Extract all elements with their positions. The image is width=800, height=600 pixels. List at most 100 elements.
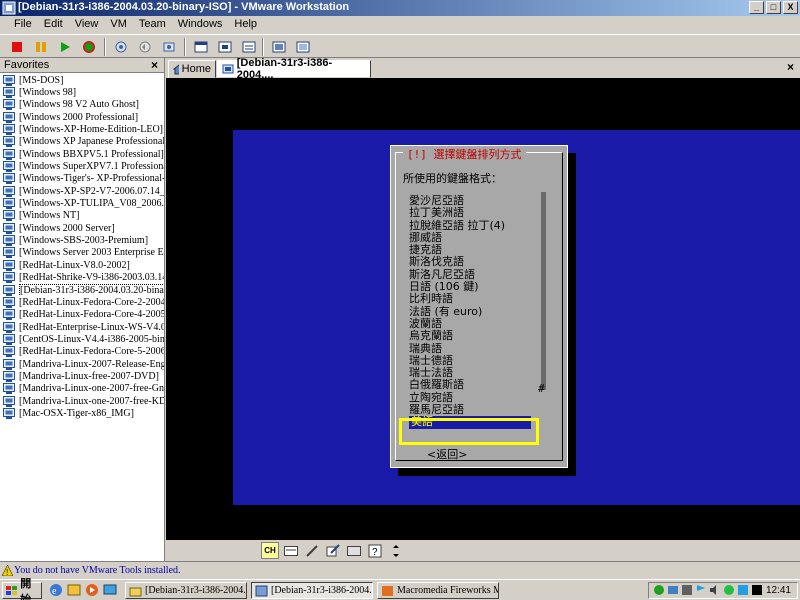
console-view-icon[interactable] <box>270 38 288 56</box>
desktop-icon[interactable] <box>102 582 118 598</box>
menu-edit[interactable]: Edit <box>38 16 69 34</box>
snapshot-manager-icon[interactable] <box>160 38 178 56</box>
taskbar-item-fireworks[interactable]: Macromedia Fireworks M... <box>377 582 499 599</box>
reset-icon[interactable] <box>80 38 98 56</box>
suspend-icon[interactable] <box>32 38 50 56</box>
favorites-item[interactable]: [RedHat-Linux-Fedora-Core-5-2006-i <box>0 346 164 358</box>
favorites-item[interactable]: [Windows 2000 Professional] <box>0 111 164 123</box>
keyboard-option[interactable]: 瑞典語 <box>409 342 539 355</box>
flag-icon[interactable] <box>695 584 707 596</box>
menu-file[interactable]: File <box>8 16 38 34</box>
outlook-icon[interactable] <box>66 582 82 598</box>
help-icon[interactable]: ? <box>366 542 384 559</box>
favorites-item[interactable]: [Windows-XP-SP2-V7-2006.07.14_IS <box>0 185 164 197</box>
favorites-item[interactable]: [Mandriva-Linux-2007-Release-Eng-C <box>0 358 164 370</box>
favorites-item[interactable]: [RedHat-Linux-V8.0-2002] <box>0 259 164 271</box>
favorites-item[interactable]: [Mandriva-Linux-one-2007-free-Gnor <box>0 383 164 395</box>
svg-text:?: ? <box>372 547 378 558</box>
power-off-icon[interactable] <box>8 38 26 56</box>
favorites-item[interactable]: [Windows-XP-Home-Edition-LEO] <box>0 123 164 136</box>
favorites-item[interactable]: [Mac-OSX-Tiger-x86_IMG] <box>0 407 164 419</box>
close-icon[interactable]: × <box>787 60 794 74</box>
keyboard-option[interactable]: 斯洛伐克語 <box>409 256 539 269</box>
menu-help[interactable]: Help <box>228 16 263 34</box>
minimize-button[interactable]: _ <box>749 1 764 14</box>
close-button[interactable]: X <box>783 1 798 14</box>
menu-edit-label: Edit <box>43 18 63 30</box>
window-titlebar[interactable]: [Debian-31r3-i386-2004.03.20-binary-ISO]… <box>0 0 800 16</box>
tab-home[interactable]: Home <box>168 60 216 78</box>
internet-explorer-icon[interactable]: e <box>48 582 64 598</box>
snapshot-take-icon[interactable] <box>112 38 130 56</box>
quick-launch: e <box>48 582 118 598</box>
scroll-position-mark: # <box>538 382 545 395</box>
ime-tray-icon[interactable] <box>751 584 763 596</box>
vm-icon <box>3 358 15 370</box>
favorites-item[interactable]: [RedHat-Shrike-V9-i386-2003.03.14-c <box>0 272 164 284</box>
tray-app-icon[interactable] <box>681 584 693 596</box>
antivirus-icon[interactable] <box>723 584 735 596</box>
start-button[interactable]: 開始 <box>2 578 42 600</box>
console-alt-icon[interactable] <box>294 38 312 56</box>
list-scrollbar[interactable] <box>541 192 546 390</box>
favorites-item[interactable]: [Mandriva-Linux-free-2007-DVD] <box>0 370 164 382</box>
favorites-item[interactable]: [Windows Server 2003 Enterprise Edit <box>0 247 164 259</box>
favorites-item[interactable]: [MS-DOS] <box>0 74 164 86</box>
favorites-item[interactable]: [RedHat-Linux-Fedora-Core-2-2004] <box>0 296 164 308</box>
vm-icon <box>3 272 15 284</box>
menu-team[interactable]: Team <box>133 16 172 34</box>
favorites-item[interactable]: [Windows 2000 Server] <box>0 222 164 234</box>
edit-icon[interactable] <box>324 542 342 559</box>
favorites-item[interactable]: [Windows BBXPV5.1 Professional] <box>0 148 164 160</box>
soft-keyboard-icon[interactable] <box>345 542 363 559</box>
favorites-item[interactable]: [RedHat-Enterprise-Linux-WS-V4.0-2 <box>0 321 164 333</box>
favorites-item[interactable]: [Mandriva-Linux-one-2007-free-KDE <box>0 395 164 407</box>
full-screen-icon[interactable] <box>216 38 234 56</box>
snapshot-revert-icon[interactable] <box>136 38 154 56</box>
favorites-item[interactable]: [Windows-SBS-2003-Premium] <box>0 234 164 247</box>
volume-icon[interactable] <box>709 584 721 596</box>
back-button[interactable]: <返回> <box>427 446 467 462</box>
media-player-icon[interactable] <box>84 582 100 598</box>
taskbar-item-folder[interactable]: [Debian-31r3-i386-2004.... <box>125 582 247 599</box>
favorites-item[interactable]: [CentOS-Linux-V4.4-i386-2005-bin1- <box>0 333 164 345</box>
ime-button[interactable]: CH <box>261 542 279 559</box>
favorites-item[interactable]: [Windows SuperXPV7.1 Professional] <box>0 160 164 173</box>
keyboard-option[interactable]: 白俄羅斯語 <box>409 379 539 392</box>
quick-switch-icon[interactable] <box>192 38 210 56</box>
chevron-icon[interactable] <box>387 542 405 559</box>
vm-console[interactable]: [!] 選擇鍵盤排列方式 所使用的鍵盤格式： 愛沙尼亞語 拉丁美洲語 拉脫維亞語 拉… <box>166 78 800 540</box>
favorites-item-label: [Windows XP Japanese Professional] <box>19 136 164 148</box>
keyboard-icon[interactable] <box>282 542 300 559</box>
favorites-item[interactable]: [Windows-XP-TULIPA_V08_2006.08 <box>0 197 164 210</box>
favorites-item-label: [RedHat-Linux-V8.0-2002] <box>19 259 130 271</box>
tab-debian-vm[interactable]: [Debian-31r3-i386-2004.... <box>217 57 371 81</box>
vm-icon <box>3 222 15 234</box>
tools-icon[interactable] <box>303 542 321 559</box>
favorites-item[interactable]: [Windows NT] <box>0 210 164 222</box>
favorites-item[interactable]: [Windows-Tiger's- XP-Professional-20 <box>0 173 164 185</box>
close-icon[interactable]: × <box>151 58 158 72</box>
favorites-item[interactable]: [RedHat-Linux-Fedora-Core-4-2005] <box>0 309 164 321</box>
summary-view-icon[interactable] <box>240 38 258 56</box>
favorites-item[interactable]: [Windows 98 V2 Auto Ghost] <box>0 99 164 111</box>
network-icon[interactable] <box>653 584 665 596</box>
menu-vm[interactable]: VM <box>104 16 133 34</box>
maximize-button[interactable]: □ <box>766 1 781 14</box>
vm-icon <box>3 284 15 296</box>
favorites-item[interactable]: [Debian-31r3-i386-2004.03.20-binary <box>0 283 164 297</box>
favorites-item[interactable]: [Windows 98] <box>0 86 164 99</box>
taskbar-item-vmware[interactable]: [Debian-31r3-i386-2004.... <box>251 582 373 599</box>
keyboard-list[interactable]: 愛沙尼亞語 拉丁美洲語 拉脫維亞語 拉丁(4) 挪威語 捷克語 斯洛伐克語 斯洛凡尼亞語 日語… <box>409 194 539 429</box>
vm-icon <box>3 383 15 395</box>
keyboard-option[interactable]: 比利時語 <box>409 293 539 306</box>
menu-windows[interactable]: Windows <box>172 16 229 34</box>
download-icon[interactable] <box>737 584 749 596</box>
favorites-item[interactable]: [Windows XP Japanese Professional] <box>0 136 164 148</box>
power-on-icon[interactable] <box>56 38 74 56</box>
display-icon[interactable] <box>667 584 679 596</box>
vm-icon <box>3 309 15 321</box>
keyboard-option[interactable]: 烏克蘭語 <box>409 329 539 342</box>
keyboard-option[interactable]: 拉丁美洲語 <box>409 206 539 219</box>
menu-view[interactable]: View <box>69 16 105 34</box>
